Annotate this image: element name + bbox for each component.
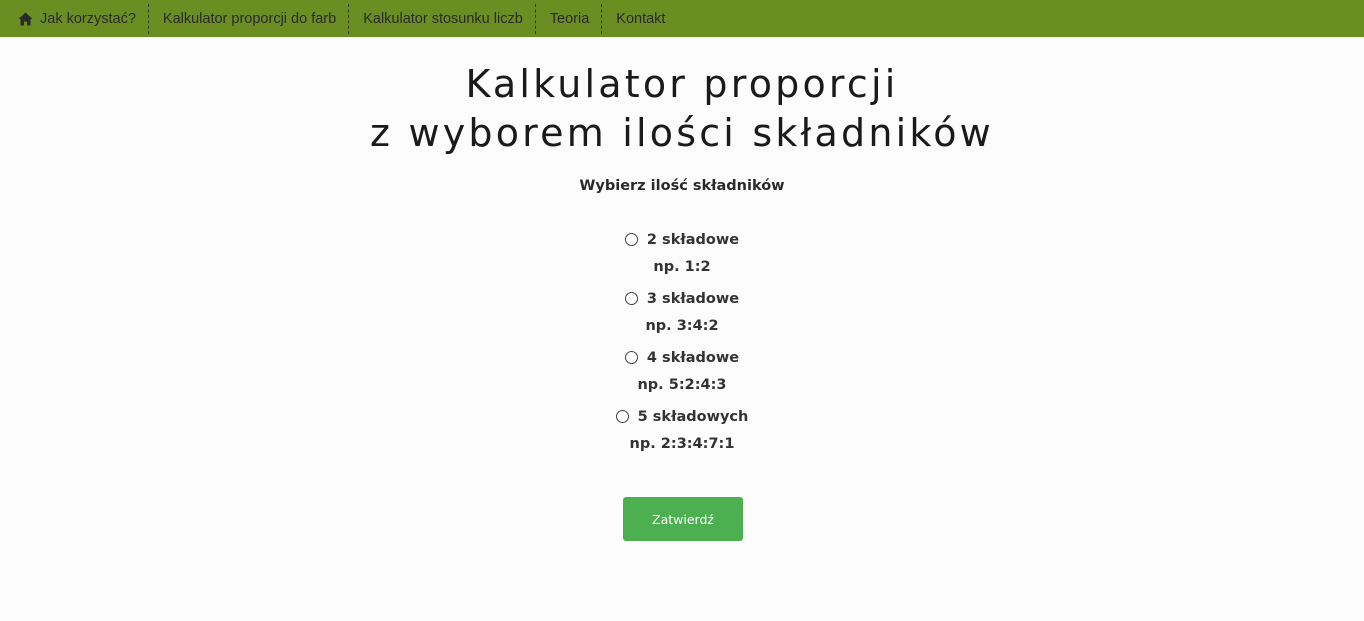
nav-item-label: Jak korzystać? <box>40 10 136 27</box>
home-icon <box>18 12 33 26</box>
submit-button[interactable]: Zatwierdź <box>623 497 743 541</box>
radio-button[interactable] <box>624 292 638 305</box>
nav-item-teoria[interactable]: Teoria <box>536 3 603 34</box>
option-label: 5 składowych <box>637 408 749 425</box>
nav-item-label: Kalkulator stosunku liczb <box>363 10 523 27</box>
nav-item-label: Kontakt <box>616 10 666 27</box>
radio-button[interactable] <box>615 410 629 423</box>
nav-item-kontakt[interactable]: Kontakt <box>602 4 677 34</box>
option-example: np. 5:2:4:3 <box>637 377 727 393</box>
nav-item-label: Kalkulator proporcji do farb <box>162 10 337 27</box>
option-label: 2 składowe <box>646 231 740 248</box>
choose-count-heading: Wybierz ilość składników <box>579 178 785 194</box>
page-title-line-2: z wyborem ilości składników <box>370 111 994 155</box>
page-title: Kalkulator proporcji z wyborem ilości sk… <box>0 60 1364 158</box>
nav-item-kalkulator-stosunku[interactable]: Kalkulator stosunku liczb <box>349 3 536 34</box>
option-label: 3 składowe <box>646 290 740 307</box>
nav-item-label: Teoria <box>549 10 590 27</box>
option-example: np. 2:3:4:7:1 <box>629 436 735 452</box>
option-example: np. 1:2 <box>653 259 711 275</box>
option-label: 4 składowe <box>646 349 740 366</box>
radio-button[interactable] <box>624 351 638 364</box>
nav-item-kalkulator-farb[interactable]: Kalkulator proporcji do farb <box>149 3 350 34</box>
nav-item-jak-korzystac[interactable]: Jak korzystać? <box>0 3 149 34</box>
ingredient-count-options: 2 składowe np. 1:2 3 składowe np. 3:4:2 … <box>0 226 1364 462</box>
radio-button[interactable] <box>624 233 638 246</box>
top-navigation: Jak korzystać? Kalkulator proporcji do f… <box>0 0 1364 37</box>
option-example: np. 3:4:2 <box>645 318 719 334</box>
page-title-line-1: Kalkulator proporcji <box>465 62 899 106</box>
